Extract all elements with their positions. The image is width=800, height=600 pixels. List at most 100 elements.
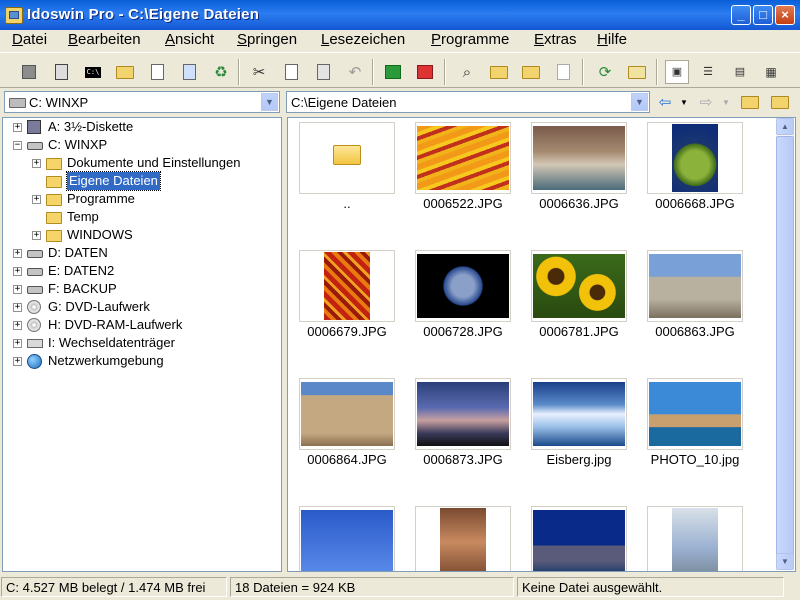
- folder-up-icon[interactable]: [520, 61, 542, 83]
- scrollbar-thumb[interactable]: [776, 136, 794, 560]
- folder-icon[interactable]: [771, 93, 789, 111]
- file-thumbnails-view[interactable]: .. 0006522.JPG 0006636.JPG 0006668.JPG 00066…: [287, 117, 796, 572]
- tree-item[interactable]: + Netzwerkumgebung: [3, 352, 279, 370]
- path-selector[interactable]: C:\Eigene Dateien ▼: [286, 91, 650, 113]
- tree-item[interactable]: + H: DVD-RAM-Laufwerk: [3, 316, 279, 334]
- tree-item[interactable]: − C: WINXP: [3, 136, 279, 154]
- save-icon[interactable]: [18, 61, 40, 83]
- drive-selector[interactable]: C: WINXP ▼: [4, 91, 280, 113]
- menu-springen[interactable]: Springen: [237, 31, 297, 48]
- tree-item[interactable]: + WINDOWS: [3, 226, 279, 244]
- expand-icon[interactable]: +: [32, 159, 41, 168]
- folder-tree[interactable]: + A: 3½-Diskette − C: WINXP + Dokumente und E…: [2, 117, 282, 572]
- file-thumbnail[interactable]: [299, 250, 395, 322]
- refresh-icon[interactable]: ⟳: [594, 61, 616, 83]
- menu-datei[interactable]: Datei: [12, 31, 47, 48]
- expand-icon[interactable]: +: [32, 195, 41, 204]
- expand-icon[interactable]: +: [13, 123, 22, 132]
- forward-arrow-icon[interactable]: ⇨: [697, 93, 715, 111]
- menu-hilfe[interactable]: Hilfe: [597, 31, 627, 48]
- file-name-label[interactable]: 0006873.JPG: [405, 452, 521, 467]
- paste-icon[interactable]: [312, 61, 334, 83]
- file-thumbnail[interactable]: [415, 506, 511, 571]
- file-thumbnail[interactable]: [299, 378, 395, 450]
- expand-icon[interactable]: +: [13, 285, 22, 294]
- file-name-label[interactable]: 0006864.JPG: [289, 452, 405, 467]
- view-grid-icon[interactable]: ▦: [760, 61, 782, 83]
- document-icon[interactable]: [552, 61, 574, 83]
- app-icon[interactable]: [5, 7, 23, 24]
- vertical-scrollbar[interactable]: ▲ ▼: [776, 118, 794, 570]
- file-thumbnail[interactable]: [531, 506, 627, 571]
- properties-icon[interactable]: [146, 61, 168, 83]
- file-thumbnail[interactable]: [299, 122, 395, 194]
- scroll-down-icon[interactable]: ▼: [776, 553, 794, 570]
- file-thumbnail[interactable]: [647, 378, 743, 450]
- undo-icon[interactable]: ↶: [344, 61, 366, 83]
- collapse-icon[interactable]: −: [13, 141, 22, 150]
- binoculars-icon[interactable]: ⌕: [456, 61, 478, 83]
- file-name-label[interactable]: 0006728.JPG: [405, 324, 521, 339]
- menu-lesezeichen[interactable]: Lesezeichen: [321, 31, 405, 48]
- expand-icon[interactable]: +: [13, 321, 22, 330]
- scroll-up-icon[interactable]: ▲: [776, 118, 794, 135]
- file-thumbnail[interactable]: [415, 122, 511, 194]
- expand-icon[interactable]: +: [13, 249, 22, 258]
- expand-icon[interactable]: +: [13, 267, 22, 276]
- menu-extras[interactable]: Extras: [534, 31, 577, 48]
- tree-item[interactable]: + D: DATEN: [3, 244, 279, 262]
- view-list-icon[interactable]: ☰: [697, 61, 719, 83]
- tree-item[interactable]: + I: Wechseldatenträger: [3, 334, 279, 352]
- new-folder-icon[interactable]: [114, 61, 136, 83]
- copy-to-icon[interactable]: [382, 61, 404, 83]
- minimize-button[interactable]: _: [731, 5, 751, 25]
- expand-icon[interactable]: +: [32, 231, 41, 240]
- expand-icon[interactable]: +: [13, 303, 22, 312]
- compare-icon[interactable]: [178, 61, 200, 83]
- file-name-label[interactable]: 0006668.JPG: [637, 196, 753, 211]
- view-thumbnails-icon[interactable]: ▣: [665, 60, 689, 84]
- maximize-button[interactable]: □: [753, 5, 773, 25]
- file-thumbnail[interactable]: [647, 122, 743, 194]
- folder-find-icon[interactable]: [488, 61, 510, 83]
- file-name-label[interactable]: 0006679.JPG: [289, 324, 405, 339]
- file-name-label[interactable]: 0006863.JPG: [637, 324, 753, 339]
- command-prompt-icon[interactable]: C:\: [82, 61, 104, 83]
- view-details-icon[interactable]: ▤: [729, 61, 751, 83]
- tree-item[interactable]: + Programme: [3, 190, 279, 208]
- file-name-label[interactable]: Eisberg.jpg: [521, 452, 637, 467]
- move-to-icon[interactable]: [414, 61, 436, 83]
- tree-item[interactable]: Eigene Dateien: [3, 171, 279, 191]
- menu-programme[interactable]: Programme: [431, 31, 509, 48]
- file-thumbnail[interactable]: [531, 122, 627, 194]
- file-thumbnail[interactable]: [299, 506, 395, 571]
- menu-ansicht[interactable]: Ansicht: [165, 31, 214, 48]
- expand-icon[interactable]: +: [13, 339, 22, 348]
- recycle-bin-icon[interactable]: ♻: [210, 61, 232, 83]
- file-name-label[interactable]: 0006522.JPG: [405, 196, 521, 211]
- tree-item[interactable]: + F: BACKUP: [3, 280, 279, 298]
- file-name-label[interactable]: ..: [289, 196, 405, 211]
- tree-item[interactable]: + A: 3½-Diskette: [3, 118, 279, 136]
- file-name-label[interactable]: PHOTO_10.jpg: [637, 452, 753, 467]
- menu-bearbeiten[interactable]: Bearbeiten: [68, 31, 141, 48]
- close-button[interactable]: ×: [775, 5, 795, 25]
- copy-icon[interactable]: [280, 61, 302, 83]
- file-name-label[interactable]: 0006781.JPG: [521, 324, 637, 339]
- calendar-icon[interactable]: [50, 61, 72, 83]
- file-thumbnail[interactable]: [415, 250, 511, 322]
- file-thumbnail[interactable]: [647, 506, 743, 571]
- file-thumbnail[interactable]: [531, 250, 627, 322]
- file-thumbnail[interactable]: [647, 250, 743, 322]
- expand-icon[interactable]: +: [13, 357, 22, 366]
- tree-item[interactable]: + Dokumente und Einstellungen: [3, 154, 279, 172]
- folder-up-icon[interactable]: [741, 93, 759, 111]
- back-history-chevron-icon[interactable]: ▼: [678, 93, 690, 111]
- film-icon[interactable]: [626, 61, 648, 83]
- cut-icon[interactable]: ✂: [248, 61, 270, 83]
- file-thumbnail[interactable]: [531, 378, 627, 450]
- back-arrow-icon[interactable]: ⇦: [656, 93, 674, 111]
- file-name-label[interactable]: 0006636.JPG: [521, 196, 637, 211]
- tree-item[interactable]: + G: DVD-Laufwerk: [3, 298, 279, 316]
- tree-item[interactable]: Temp: [3, 208, 279, 226]
